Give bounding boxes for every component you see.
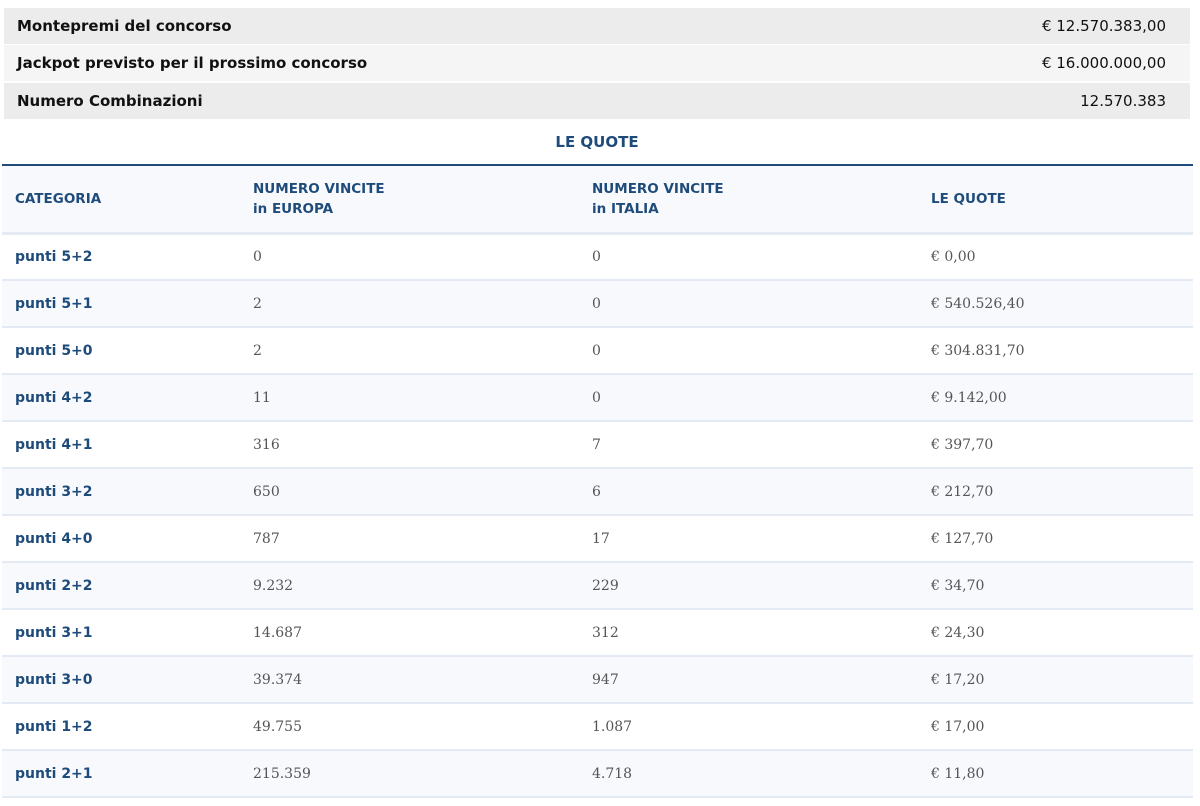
cell-vincite-europa: 9.232 bbox=[240, 562, 579, 610]
cell-vincite-italia: 229 bbox=[579, 562, 918, 610]
cell-quota: € 304.831,70 bbox=[918, 327, 1193, 375]
summary-label: Jackpot previsto per il prossimo concors… bbox=[17, 54, 368, 72]
cell-quota: € 34,70 bbox=[918, 562, 1193, 610]
cell-vincite-europa: 0 bbox=[240, 233, 579, 281]
table-row: punti 3+2 650 6 € 212,70 bbox=[2, 468, 1193, 516]
table-header-row: CATEGORIA NUMERO VINCITE in EUROPA NUMERO… bbox=[2, 165, 1193, 235]
table-row: punti 5+1 2 0 € 540.526,40 bbox=[2, 280, 1193, 328]
cell-categoria: punti 4+0 bbox=[2, 515, 240, 563]
summary-row-montepremi: Montepremi del concorso € 12.570.383,00 bbox=[4, 8, 1190, 44]
cell-categoria: punti 2+1 bbox=[2, 750, 240, 798]
cell-quota: € 17,20 bbox=[918, 656, 1193, 704]
summary-label: Numero Combinazioni bbox=[17, 92, 203, 110]
cell-vincite-europa: 11 bbox=[240, 374, 579, 422]
summary-row-combinazioni: Numero Combinazioni 12.570.383 bbox=[4, 83, 1190, 119]
table-row: punti 5+2 0 0 € 0,00 bbox=[2, 233, 1193, 281]
summary-value: € 12.570.383,00 bbox=[1041, 17, 1166, 35]
cell-categoria: punti 3+0 bbox=[2, 656, 240, 704]
cell-vincite-europa: 316 bbox=[240, 421, 579, 469]
cell-categoria: punti 4+2 bbox=[2, 374, 240, 422]
cell-quota: € 9.142,00 bbox=[918, 374, 1193, 422]
cell-vincite-italia: 0 bbox=[579, 233, 918, 281]
cell-vincite-europa: 14.687 bbox=[240, 609, 579, 657]
cell-vincite-europa: 49.755 bbox=[240, 703, 579, 751]
cell-quota: € 0,00 bbox=[918, 233, 1193, 281]
cell-vincite-europa: 650 bbox=[240, 468, 579, 516]
cell-vincite-europa: 215.359 bbox=[240, 750, 579, 798]
table-row: punti 4+0 787 17 € 127,70 bbox=[2, 515, 1193, 563]
cell-vincite-italia: 6 bbox=[579, 468, 918, 516]
cell-quota: € 212,70 bbox=[918, 468, 1193, 516]
cell-categoria: punti 3+1 bbox=[2, 609, 240, 657]
cell-quota: € 24,30 bbox=[918, 609, 1193, 657]
cell-categoria: punti 4+1 bbox=[2, 421, 240, 469]
cell-vincite-europa: 39.374 bbox=[240, 656, 579, 704]
cell-quota: € 17,00 bbox=[918, 703, 1193, 751]
table-row: punti 2+2 9.232 229 € 34,70 bbox=[2, 562, 1193, 610]
cell-vincite-italia: 0 bbox=[579, 374, 918, 422]
cell-vincite-europa: 2 bbox=[240, 327, 579, 375]
table-row: punti 4+2 11 0 € 9.142,00 bbox=[2, 374, 1193, 422]
table-row: punti 1+2 49.755 1.087 € 17,00 bbox=[2, 703, 1193, 751]
table-row: punti 4+1 316 7 € 397,70 bbox=[2, 421, 1193, 469]
cell-categoria: punti 3+2 bbox=[2, 468, 240, 516]
summary-value: € 16.000.000,00 bbox=[1041, 54, 1166, 72]
header-vincite-europa: NUMERO VINCITE in EUROPA bbox=[240, 165, 579, 235]
cell-categoria: punti 5+2 bbox=[2, 233, 240, 281]
cell-vincite-europa: 2 bbox=[240, 280, 579, 328]
summary-row-jackpot: Jackpot previsto per il prossimo concors… bbox=[4, 45, 1190, 81]
summary-value: 12.570.383 bbox=[1080, 92, 1166, 110]
table-row: punti 5+0 2 0 € 304.831,70 bbox=[2, 327, 1193, 375]
cell-quota: € 540.526,40 bbox=[918, 280, 1193, 328]
cell-vincite-europa: 787 bbox=[240, 515, 579, 563]
cell-categoria: punti 2+2 bbox=[2, 562, 240, 610]
quote-title: LE QUOTE bbox=[555, 133, 639, 151]
cell-vincite-italia: 0 bbox=[579, 280, 918, 328]
cell-quota: € 11,80 bbox=[918, 750, 1193, 798]
summary-label: Montepremi del concorso bbox=[17, 17, 232, 35]
table-row: punti 2+1 215.359 4.718 € 11,80 bbox=[2, 750, 1193, 798]
table-row: punti 3+0 39.374 947 € 17,20 bbox=[2, 656, 1193, 704]
quote-table: CATEGORIA NUMERO VINCITE in EUROPA NUMERO… bbox=[2, 164, 1193, 798]
header-quote: LE QUOTE bbox=[918, 165, 1193, 235]
cell-quota: € 127,70 bbox=[918, 515, 1193, 563]
cell-vincite-italia: 17 bbox=[579, 515, 918, 563]
cell-vincite-italia: 947 bbox=[579, 656, 918, 704]
cell-categoria: punti 5+0 bbox=[2, 327, 240, 375]
header-categoria: CATEGORIA bbox=[2, 165, 240, 235]
table-row: punti 3+1 14.687 312 € 24,30 bbox=[2, 609, 1193, 657]
cell-vincite-italia: 4.718 bbox=[579, 750, 918, 798]
cell-vincite-italia: 1.087 bbox=[579, 703, 918, 751]
cell-quota: € 397,70 bbox=[918, 421, 1193, 469]
cell-vincite-italia: 0 bbox=[579, 327, 918, 375]
header-vincite-italia: NUMERO VINCITE in ITALIA bbox=[579, 165, 918, 235]
cell-vincite-italia: 312 bbox=[579, 609, 918, 657]
cell-categoria: punti 1+2 bbox=[2, 703, 240, 751]
cell-vincite-italia: 7 bbox=[579, 421, 918, 469]
cell-categoria: punti 5+1 bbox=[2, 280, 240, 328]
